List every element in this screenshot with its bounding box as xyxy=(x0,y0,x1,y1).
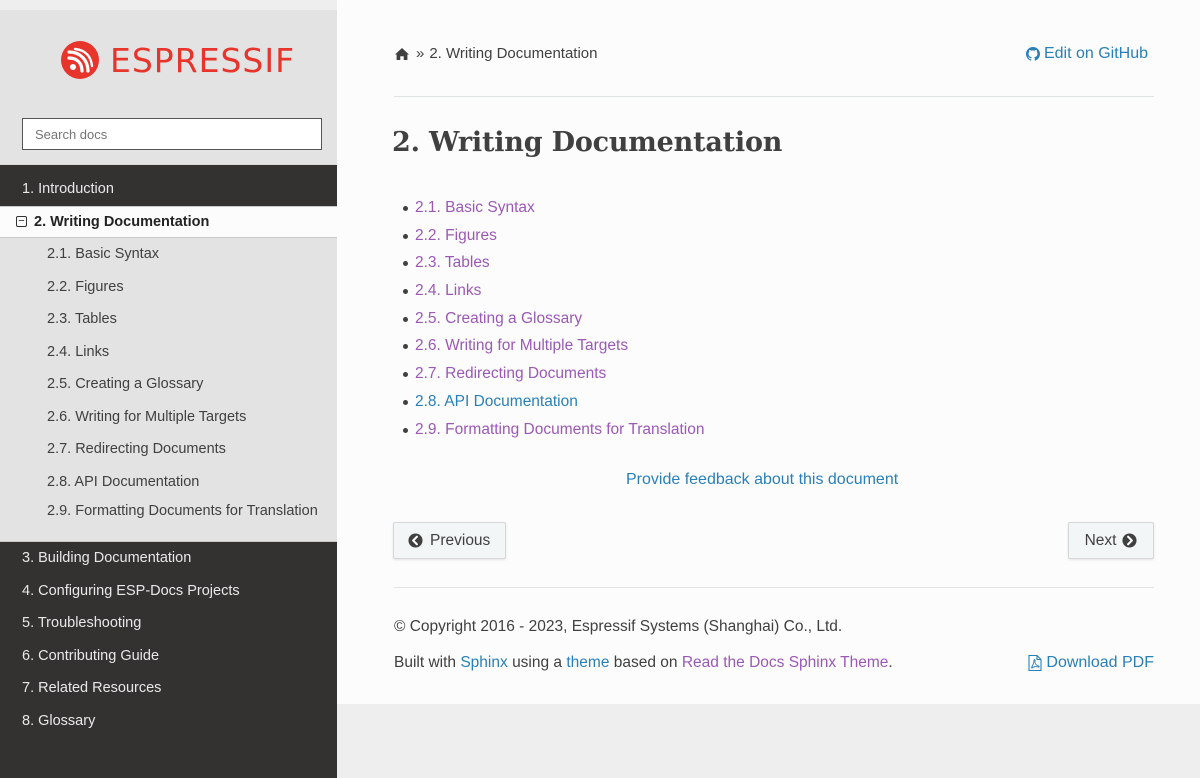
download-pdf-label: Download PDF xyxy=(1046,654,1154,671)
file-pdf-icon xyxy=(1028,655,1042,671)
download-pdf-link[interactable]: Download PDF xyxy=(1028,654,1154,672)
footer-divider xyxy=(394,587,1154,588)
previous-button[interactable]: Previous xyxy=(393,522,506,559)
sidebar-item-building-documentation[interactable]: 3. Building Documentation xyxy=(0,542,337,575)
header-divider xyxy=(394,96,1154,97)
espressif-logo-icon xyxy=(61,41,99,79)
sidebar-subitem-tables[interactable]: 2.3. Tables xyxy=(0,303,337,336)
copyright-text: © Copyright 2016 - 2023, Espressif Syste… xyxy=(394,618,843,635)
edit-on-github-link[interactable]: Edit on GitHub xyxy=(1025,45,1148,63)
sidebar-item-writing-documentation[interactable]: − 2. Writing Documentation xyxy=(0,205,337,238)
sidebar-item-introduction[interactable]: 1. Introduction xyxy=(0,173,337,206)
arrow-circle-left-icon xyxy=(408,533,423,548)
built-with-prefix: Built with xyxy=(394,654,457,671)
toc-link-formatting-translation[interactable]: 2.9. Formatting Documents for Translatio… xyxy=(403,416,704,444)
toc-link-redirecting-documents[interactable]: 2.7. Redirecting Documents xyxy=(403,360,704,388)
brand-name: ESPRESSIF xyxy=(110,40,296,80)
sidebar-item-troubleshooting[interactable]: 5. Troubleshooting xyxy=(0,607,337,640)
toc-link-api-documentation[interactable]: 2.8. API Documentation xyxy=(403,388,704,416)
toc-link-basic-syntax[interactable]: 2.1. Basic Syntax xyxy=(403,194,704,222)
sidebar-subitem-creating-glossary[interactable]: 2.5. Creating a Glossary xyxy=(0,368,337,401)
feedback-link[interactable]: Provide feedback about this document xyxy=(626,471,898,489)
sphinx-link[interactable]: Sphinx xyxy=(460,654,507,671)
github-icon xyxy=(1025,47,1040,61)
next-button[interactable]: Next xyxy=(1068,522,1154,559)
breadcrumb-current: 2. Writing Documentation xyxy=(429,45,598,62)
toc-link-figures[interactable]: 2.2. Figures xyxy=(403,222,704,250)
sidebar-subitem-api-documentation[interactable]: 2.8. API Documentation xyxy=(0,465,337,498)
sidebar-item-contributing-guide[interactable]: 6. Contributing Guide xyxy=(0,640,337,673)
sidebar-subitem-links[interactable]: 2.4. Links xyxy=(0,335,337,368)
sidebar-subitem-figures[interactable]: 2.2. Figures xyxy=(0,270,337,303)
sidebar-nav: 1. Introduction − 2. Writing Documentati… xyxy=(0,173,337,737)
breadcrumb: » 2. Writing Documentation xyxy=(394,45,597,62)
sidebar-item-label: 2. Writing Documentation xyxy=(34,213,210,230)
sidebar-item-glossary[interactable]: 8. Glossary xyxy=(0,705,337,738)
toc-link-multiple-targets[interactable]: 2.6. Writing for Multiple Targets xyxy=(403,332,704,360)
sidebar-subitem-formatting-translation[interactable]: 2.9. Formatting Documents for Translatio… xyxy=(0,498,337,542)
period-text: . xyxy=(888,654,893,671)
based-on-text: based on xyxy=(613,654,678,671)
breadcrumb-separator: » xyxy=(416,45,425,62)
toc-link-tables[interactable]: 2.3. Tables xyxy=(403,249,704,277)
arrow-circle-right-icon xyxy=(1122,533,1137,548)
using-a-text: using a xyxy=(512,654,563,671)
minus-square-icon[interactable]: − xyxy=(16,216,27,228)
sidebar-item-configuring-projects[interactable]: 4. Configuring ESP-Docs Projects xyxy=(0,575,337,608)
sidebar-subitem-basic-syntax[interactable]: 2.1. Basic Syntax xyxy=(0,238,337,271)
toc-link-creating-glossary[interactable]: 2.5. Creating a Glossary xyxy=(403,305,704,333)
sidebar: ESPRESSIF 1. Introduction − 2. Writing D… xyxy=(0,10,337,778)
main-content: » 2. Writing Documentation Edit on GitHu… xyxy=(337,0,1200,704)
search-input[interactable] xyxy=(22,118,322,150)
rtd-theme-link[interactable]: Read the Docs Sphinx Theme xyxy=(682,654,889,671)
edit-on-github-label: Edit on GitHub xyxy=(1043,45,1148,62)
sidebar-subitem-redirecting-documents[interactable]: 2.7. Redirecting Documents xyxy=(0,433,337,466)
next-label: Next xyxy=(1084,531,1117,549)
built-with-text: Built with Sphinx using a theme based on… xyxy=(394,654,893,672)
sidebar-item-related-resources[interactable]: 7. Related Resources xyxy=(0,672,337,705)
theme-link[interactable]: theme xyxy=(566,654,609,671)
espressif-logo[interactable]: ESPRESSIF xyxy=(60,40,295,80)
page-title: 2. Writing Documentation xyxy=(392,127,783,158)
previous-label: Previous xyxy=(430,531,491,549)
sidebar-subitem-multiple-targets[interactable]: 2.6. Writing for Multiple Targets xyxy=(0,400,337,433)
home-icon[interactable] xyxy=(394,47,410,61)
sidebar-header: ESPRESSIF xyxy=(0,10,337,165)
toc-link-links[interactable]: 2.4. Links xyxy=(403,277,704,305)
toc-list: 2.1. Basic Syntax 2.2. Figures 2.3. Tabl… xyxy=(403,194,704,443)
